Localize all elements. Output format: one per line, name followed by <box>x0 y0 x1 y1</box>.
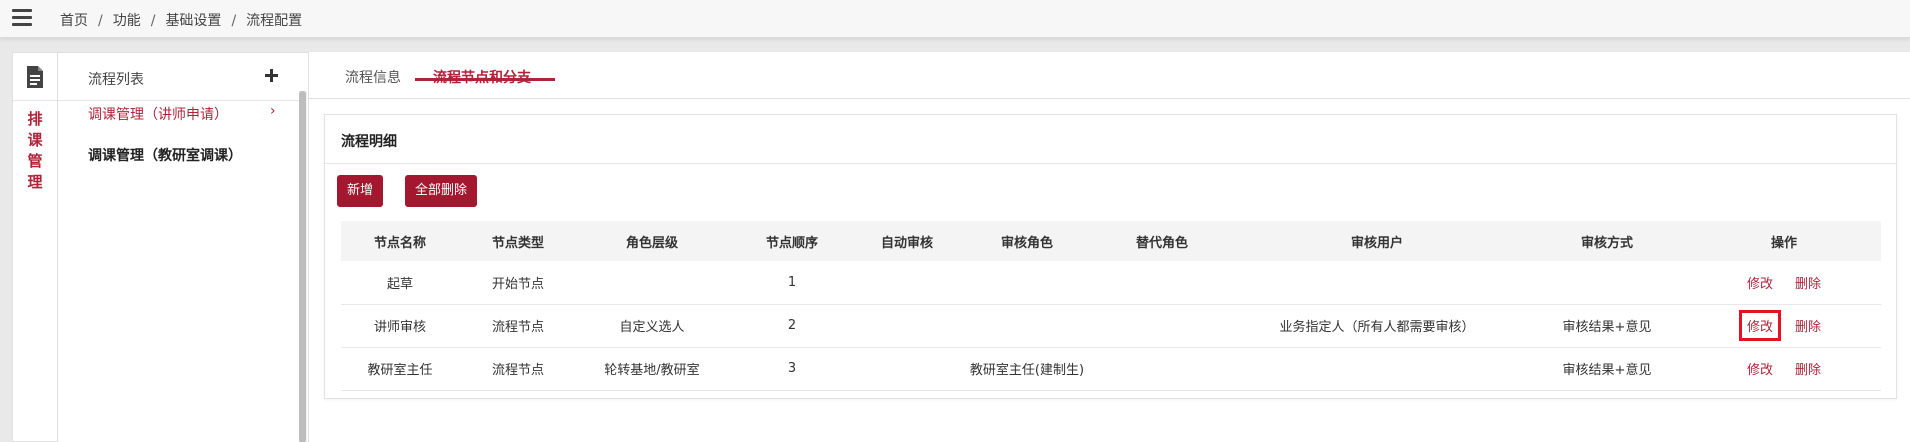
module-rail: 排 课 管 理 <box>12 52 58 442</box>
process-list-panel: 流程列表 调课管理（讲师申请） › 调课管理（教研室调课） <box>58 52 308 442</box>
col-alt-role: 替代角色 <box>1097 221 1227 261</box>
col-actions: 操作 <box>1687 221 1881 261</box>
cell-actions: 修改 删除 <box>1687 304 1881 348</box>
chevron-right-icon: › <box>270 103 276 119</box>
cell-node-name: 教研室主任 <box>341 347 459 391</box>
col-node-order: 节点顺序 <box>727 221 857 261</box>
breadcrumb: 首页 / 功能 / 基础设置 / 流程配置 <box>60 10 302 30</box>
table-row: 起草 开始节点 1 修改 删除 <box>341 261 1881 305</box>
main-panel: 流程信息 流程节点和分支 流程明细 新增 全部删除 节点名称 节点类型 角色层级… <box>308 52 1910 442</box>
cell-actions: 修改 删除 <box>1687 261 1881 305</box>
scrollbar-thumb[interactable] <box>299 91 306 442</box>
cell-node-order: 3 <box>727 347 857 391</box>
cell-auto-review <box>857 347 957 391</box>
cell-node-order: 1 <box>727 261 857 305</box>
table-row: 教研室主任 流程节点 轮转基地/教研室 3 教研室主任(建制生) 审核结果+意见… <box>341 347 1881 391</box>
delete-all-button[interactable]: 全部删除 <box>405 175 478 207</box>
process-item-lecturer-request[interactable]: 调课管理（讲师申请） <box>88 104 228 124</box>
col-review-method: 审核方式 <box>1527 221 1687 261</box>
cell-auto-review <box>857 304 957 348</box>
card-divider <box>325 163 1896 164</box>
top-bar: 首页 / 功能 / 基础设置 / 流程配置 <box>0 0 1910 38</box>
cell-node-name: 讲师审核 <box>341 304 459 348</box>
card-title: 流程明细 <box>341 134 397 150</box>
cell-review-user <box>1227 261 1527 305</box>
cell-actions: 修改 删除 <box>1687 347 1881 391</box>
document-icon[interactable] <box>25 65 45 89</box>
col-node-name: 节点名称 <box>341 221 459 261</box>
cell-node-type: 开始节点 <box>459 261 577 305</box>
breadcrumb-function[interactable]: 功能 <box>113 10 141 30</box>
breadcrumb-home[interactable]: 首页 <box>60 10 88 30</box>
cell-auto-review <box>857 261 957 305</box>
add-button[interactable]: 新增 <box>337 175 384 207</box>
process-list-header: 流程列表 <box>58 53 306 101</box>
process-list-title: 流程列表 <box>88 72 144 88</box>
col-review-role: 审核角色 <box>957 221 1097 261</box>
rail-divider <box>13 100 57 101</box>
col-review-user: 审核用户 <box>1227 221 1527 261</box>
edit-link[interactable]: 修改 <box>1742 270 1778 295</box>
cell-review-user: 业务指定人（所有人都需要审核） <box>1227 304 1527 348</box>
table-row: 讲师审核 流程节点 自定义选人 2 业务指定人（所有人都需要审核） 审核结果+意… <box>341 304 1881 348</box>
cell-alt-role <box>1097 347 1227 391</box>
cell-role-level <box>577 261 727 305</box>
cell-review-role <box>957 261 1097 305</box>
breadcrumb-basic-settings[interactable]: 基础设置 <box>165 10 221 30</box>
cell-role-level: 轮转基地/教研室 <box>577 347 727 391</box>
cell-node-type: 流程节点 <box>459 304 577 348</box>
table-header-row: 节点名称 节点类型 角色层级 节点顺序 自动审核 审核角色 替代角色 审核用户 … <box>341 221 1881 261</box>
cell-node-order: 2 <box>727 304 857 348</box>
col-role-level: 角色层级 <box>577 221 727 261</box>
breadcrumb-process-config: 流程配置 <box>246 13 303 29</box>
cell-node-type: 流程节点 <box>459 347 577 391</box>
edit-link[interactable]: 修改 <box>1742 356 1778 381</box>
tab-nodes-branches[interactable]: 流程节点和分支 <box>433 67 531 87</box>
module-label-scheduling[interactable]: 排 课 管 理 <box>13 109 57 193</box>
delete-link[interactable]: 删除 <box>1790 356 1826 381</box>
cell-alt-role <box>1097 304 1227 348</box>
cell-alt-role <box>1097 261 1227 305</box>
plus-icon[interactable] <box>264 68 280 84</box>
menu-icon[interactable] <box>12 9 32 26</box>
cell-review-user <box>1227 347 1527 391</box>
tab-bar: 流程信息 流程节点和分支 <box>309 52 1910 99</box>
delete-link[interactable]: 删除 <box>1790 270 1826 295</box>
cell-review-method: 审核结果+意见 <box>1527 347 1687 391</box>
node-table: 节点名称 节点类型 角色层级 节点顺序 自动审核 审核角色 替代角色 审核用户 … <box>341 221 1881 391</box>
cell-node-name: 起草 <box>341 261 459 305</box>
cell-role-level: 自定义选人 <box>577 304 727 348</box>
process-item-teaching-office[interactable]: 调课管理（教研室调课） <box>88 145 242 165</box>
tab-process-info[interactable]: 流程信息 <box>345 67 401 87</box>
cell-review-method <box>1527 261 1687 305</box>
process-detail-card: 流程明细 新增 全部删除 节点名称 节点类型 角色层级 节点顺序 自动审核 审核… <box>324 114 1897 399</box>
cell-review-method: 审核结果+意见 <box>1527 304 1687 348</box>
col-auto-review: 自动审核 <box>857 221 957 261</box>
col-node-type: 节点类型 <box>459 221 577 261</box>
cell-review-role: 教研室主任(建制生) <box>957 347 1097 391</box>
cell-review-role <box>957 304 1097 348</box>
delete-link[interactable]: 删除 <box>1790 313 1826 338</box>
active-tab-indicator <box>415 78 555 81</box>
edit-link[interactable]: 修改 <box>1738 310 1782 341</box>
